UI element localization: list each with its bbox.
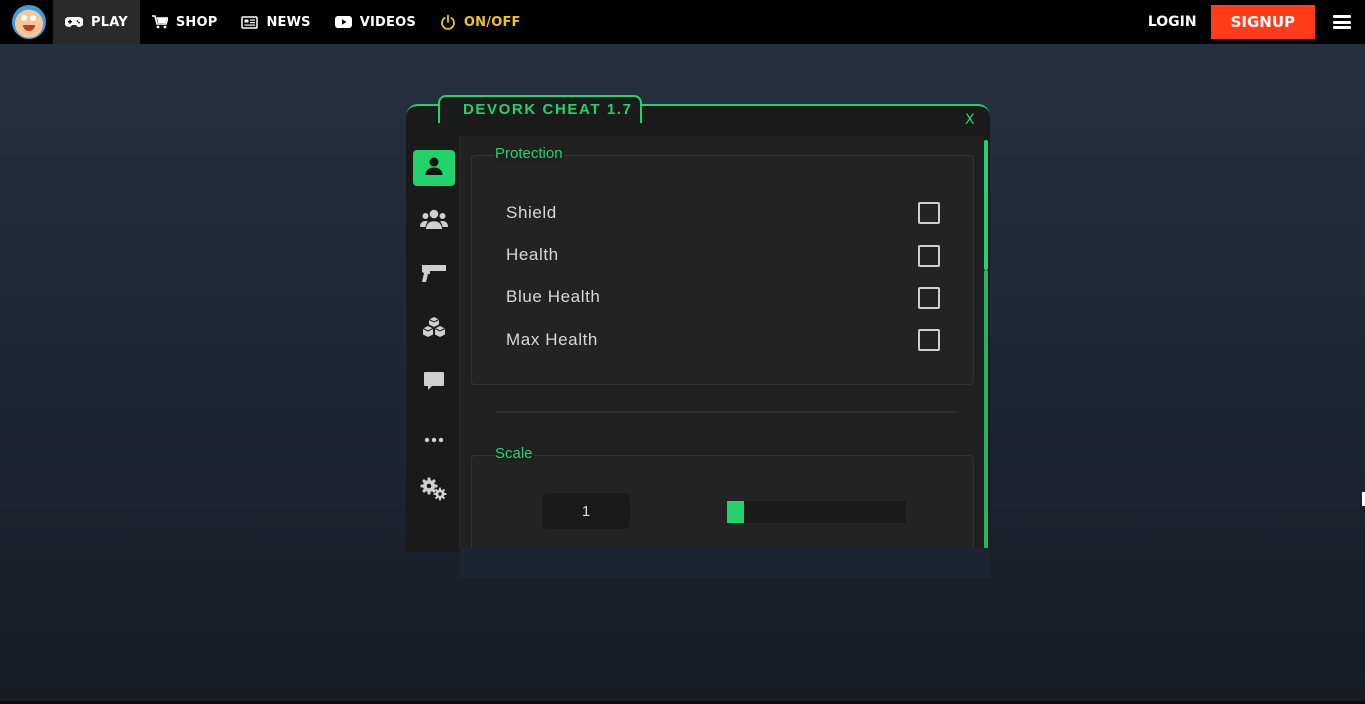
cubes-icon: [421, 316, 447, 342]
more-icon: [424, 428, 444, 447]
gamepad-icon: [65, 16, 83, 28]
sidebar-tab-player[interactable]: [413, 150, 455, 186]
nav-news[interactable]: NEWS: [229, 0, 322, 44]
protection-group-label: Protection: [494, 145, 564, 162]
users-icon: [420, 208, 448, 234]
panel-bottom-mask: [460, 548, 990, 578]
chat-icon: [423, 370, 445, 396]
nav-news-label: NEWS: [266, 14, 311, 30]
sidebar-tab-chat[interactable]: [413, 365, 455, 401]
nav-right-group: LOGIN SIGNUP: [1148, 0, 1365, 44]
nav-onoff[interactable]: ON/OFF: [428, 0, 533, 44]
scrollbar-lower: [984, 270, 988, 550]
youtube-icon: [334, 16, 352, 28]
section-divider: [495, 411, 957, 413]
option-health-label: Health: [506, 245, 559, 264]
sidebar-bottom: [406, 548, 460, 552]
gears-icon: [420, 477, 448, 505]
sidebar-tab-more[interactable]: [413, 419, 455, 455]
panel-close-button[interactable]: X: [965, 112, 975, 128]
max-health-checkbox[interactable]: [918, 329, 940, 351]
gun-icon: [421, 263, 447, 287]
power-icon: [440, 14, 456, 30]
scale-slider-track[interactable]: [727, 501, 906, 523]
option-shield-label: Shield: [506, 203, 557, 222]
protection-group: [471, 155, 974, 385]
nav-play[interactable]: PLAY: [53, 0, 140, 44]
cart-icon: [151, 15, 168, 29]
nav-videos-label: VIDEOS: [359, 14, 416, 30]
scrollbar-thumb[interactable]: [984, 140, 988, 270]
nav-play-label: PLAY: [91, 14, 128, 30]
hamburger-menu-icon[interactable]: [1333, 15, 1351, 29]
scale-slider-handle[interactable]: [727, 501, 744, 523]
nav-shop[interactable]: SHOP: [140, 0, 230, 44]
sidebar-tab-players[interactable]: [413, 203, 455, 239]
nav-shop-label: SHOP: [175, 14, 218, 30]
site-logo[interactable]: [12, 5, 46, 39]
option-blue-health-label: Blue Health: [506, 287, 601, 306]
option-max-health-label: Max Health: [506, 330, 598, 349]
blue-health-checkbox[interactable]: [918, 287, 940, 309]
user-icon: [424, 156, 444, 180]
scale-value-input[interactable]: 1: [542, 493, 630, 529]
panel-sidebar: [408, 136, 460, 552]
scale-group-label: Scale: [494, 445, 534, 462]
shield-checkbox[interactable]: [918, 202, 940, 224]
nav-videos[interactable]: VIDEOS: [323, 0, 428, 44]
top-navbar: PLAY SHOP NEWS VIDEOS ON/OFF LOGIN SIGNU…: [0, 0, 1365, 44]
sidebar-tab-items[interactable]: [413, 311, 455, 347]
panel-title: DEVORK CHEAT 1.7: [463, 101, 633, 118]
signup-button[interactable]: SIGNUP: [1210, 5, 1315, 39]
newspaper-icon: [241, 15, 259, 29]
nav-onoff-label: ON/OFF: [463, 14, 521, 30]
sidebar-tab-settings[interactable]: [413, 473, 455, 509]
login-link[interactable]: LOGIN: [1148, 14, 1197, 30]
sidebar-tab-weapons[interactable]: [413, 257, 455, 293]
health-checkbox[interactable]: [918, 245, 940, 267]
